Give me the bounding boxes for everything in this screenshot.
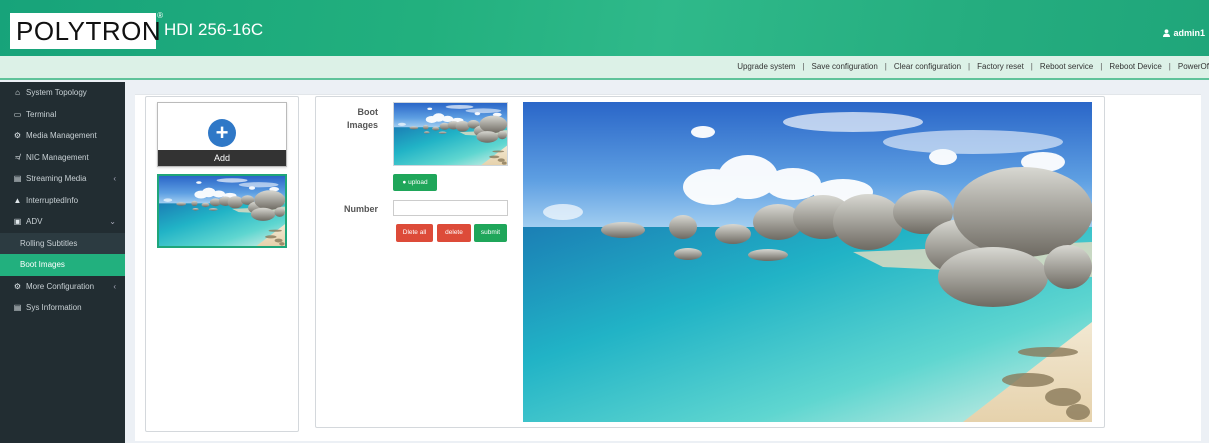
monitor-icon: ▭ <box>13 109 22 119</box>
save-configuration-link[interactable]: Save configuration <box>812 62 878 71</box>
sidebar-item-interruptedinfo[interactable]: ▲ InterruptedInfo <box>0 190 125 212</box>
sidebar-item-media-management[interactable]: ⚙ Media Management <box>0 125 125 147</box>
plus-circle-icon: + <box>208 119 236 147</box>
boot-image-preview-small <box>393 102 508 166</box>
beach-small-image <box>394 103 507 165</box>
factory-reset-link[interactable]: Factory reset <box>977 62 1024 71</box>
logo-text: POLYTRON <box>16 16 162 46</box>
separator: | <box>968 62 971 71</box>
chevron-left-icon: ‹ <box>113 281 116 291</box>
chevron-left-icon: ‹ <box>113 174 116 183</box>
submit-button[interactable]: submit <box>474 224 507 242</box>
top-menu: Upgrade system | Save configuration | Clear … <box>737 62 1209 71</box>
sidebar-item-label: Terminal <box>26 109 57 119</box>
delete-all-button[interactable]: Dlete all <box>396 224 433 242</box>
upload-label: upload <box>408 179 428 186</box>
sidebar: ⌂ System Topology ▭ Terminal ⚙ Media Manage… <box>0 82 125 443</box>
delete-button[interactable]: delete <box>437 224 471 242</box>
sidebar-item-sys-information[interactable]: ▤ Sys Information <box>0 297 125 319</box>
home-icon: ⌂ <box>15 88 20 97</box>
sidebar-item-label: Sys Information <box>26 303 82 312</box>
sidebar-item-terminal[interactable]: ▭ Terminal <box>0 104 125 126</box>
number-label: Number <box>343 204 378 214</box>
sidebar-item-streaming-media[interactable]: ▤ Streaming Media ‹ <box>0 168 125 190</box>
top-action-bar: Upgrade system | Save configuration | Clear … <box>0 56 1209 80</box>
upgrade-system-link[interactable]: Upgrade system <box>737 62 795 71</box>
boot-image-preview-large <box>523 102 1092 422</box>
power-off-link[interactable]: PowerOf <box>1178 62 1209 71</box>
separator: | <box>884 62 887 71</box>
polytron-logo: POLYTRON ® <box>10 11 163 49</box>
user-icon: ● <box>402 179 407 186</box>
sidebar-item-label: Media Management <box>26 131 97 140</box>
boot-image-thumbnail[interactable] <box>157 174 287 248</box>
chevron-down-icon: ⌄ <box>109 217 116 226</box>
separator: | <box>1168 62 1171 71</box>
add-image-card[interactable]: + Add <box>157 102 287 167</box>
list-icon: ▣ <box>13 217 22 226</box>
add-label: Add <box>158 150 286 166</box>
upload-button[interactable]: ● upload <box>393 174 437 191</box>
sidebar-subitem-rolling-subtitles[interactable]: Rolling Subtitles <box>0 232 125 254</box>
film-icon: ▤ <box>13 174 22 183</box>
rss-icon: ≉ <box>15 152 20 162</box>
sidebar-item-label: Streaming Media <box>26 174 87 183</box>
boot-images-label: Boot Images <box>346 107 378 130</box>
beach-large-image <box>523 102 1092 422</box>
sidebar-item-more-configuration[interactable]: ⚙ More Configuration ‹ <box>0 276 125 298</box>
user-icon <box>1163 29 1171 37</box>
sidebar-item-label: InterruptedInfo <box>26 195 79 205</box>
sidebar-item-label: ADV <box>26 217 43 226</box>
separator: | <box>1030 62 1033 71</box>
beach-thumbnail-image <box>159 176 285 246</box>
user-menu[interactable]: admin1 <box>1163 28 1205 38</box>
sidebar-item-label: NIC Management <box>26 152 89 162</box>
reboot-service-link[interactable]: Reboot service <box>1040 62 1093 71</box>
sidebar-item-nic-management[interactable]: ≉ NIC Management <box>0 147 125 169</box>
app-header: POLYTRON ® HDI 256-16C admin1 <box>0 0 1209 56</box>
device-model: HDI 256-16C <box>164 20 264 39</box>
separator: | <box>1100 62 1103 71</box>
sidebar-item-system-topology[interactable]: ⌂ System Topology <box>0 82 125 104</box>
separator: | <box>802 62 805 71</box>
sidebar-item-adv[interactable]: ▣ ADV ⌄ <box>0 211 125 233</box>
bell-icon: ▲ <box>13 195 22 205</box>
reboot-device-link[interactable]: Reboot Device <box>1109 62 1161 71</box>
table-icon: ▤ <box>13 303 22 312</box>
sidebar-item-label: System Topology <box>26 88 87 97</box>
number-input[interactable] <box>393 200 508 216</box>
username: admin1 <box>1173 28 1205 38</box>
clear-configuration-link[interactable]: Clear configuration <box>894 62 961 71</box>
sidebar-subitem-boot-images[interactable]: Boot Images <box>0 254 125 276</box>
gear-icon: ⚙ <box>13 131 22 140</box>
sidebar-item-label: More Configuration <box>26 281 95 291</box>
cogs-icon: ⚙ <box>13 281 22 291</box>
registered-mark: ® <box>157 11 163 20</box>
